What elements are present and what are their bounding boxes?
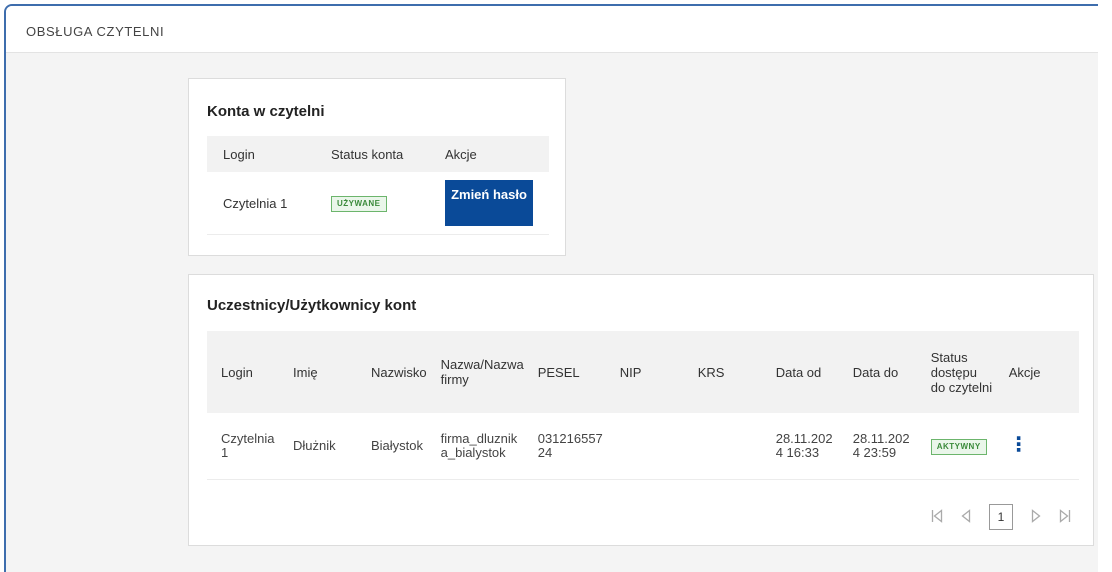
pagination: 1 xyxy=(931,503,1071,531)
col-date-to: Data do xyxy=(838,331,917,413)
user-first-name: Dłużnik xyxy=(279,413,357,480)
account-actions-cell: Zmień hasło xyxy=(429,172,549,235)
users-card: Uczestnicy/Użytkownicy kont Login Imię N… xyxy=(188,274,1094,546)
col-login: Login xyxy=(207,136,315,172)
first-page-icon[interactable] xyxy=(931,508,943,526)
user-date-from: 28.11.2024 16:33 xyxy=(761,413,839,480)
col-krs: KRS xyxy=(683,331,762,413)
users-header-row: Login Imię Nazwisko Nazwa/Nazwa firmy PE… xyxy=(207,331,1079,413)
app-frame: OBSŁUGA CZYTELNI Konta w czytelni Login … xyxy=(4,4,1098,572)
change-password-button[interactable]: Zmień hasło xyxy=(445,180,533,226)
col-date-from: Data od xyxy=(761,331,839,413)
user-actions-cell: ⋮ xyxy=(994,413,1079,480)
accounts-table: Login Status konta Akcje Czytelnia 1 UŻY… xyxy=(207,136,549,235)
user-nip xyxy=(605,413,684,480)
user-date-to: 28.11.2024 23:59 xyxy=(838,413,917,480)
user-status-cell: AKTYWNY xyxy=(916,413,995,480)
users-table: Login Imię Nazwisko Nazwa/Nazwa firmy PE… xyxy=(207,331,1079,480)
user-krs xyxy=(683,413,762,480)
next-page-icon[interactable] xyxy=(1031,508,1041,526)
col-access-status: Status dostępu do czytelni xyxy=(916,331,995,413)
col-pesel: PESEL xyxy=(523,331,606,413)
user-last-name: Białystok xyxy=(357,413,427,480)
col-actions: Akcje xyxy=(994,331,1079,413)
table-row: Czytelnia 1 UŻYWANE Zmień hasło xyxy=(207,172,549,235)
col-login: Login xyxy=(207,331,279,413)
user-company: firma_dluznika_bialystok xyxy=(426,413,524,480)
status-badge: UŻYWANE xyxy=(331,196,387,212)
col-company: Nazwa/Nazwa firmy xyxy=(426,331,524,413)
col-actions: Akcje xyxy=(429,136,549,172)
page-number-input[interactable]: 1 xyxy=(989,504,1013,530)
account-login: Czytelnia 1 xyxy=(207,172,315,235)
col-status: Status konta xyxy=(315,136,429,172)
page-title: OBSŁUGA CZYTELNI xyxy=(26,24,165,39)
last-page-icon[interactable] xyxy=(1059,508,1071,526)
col-nip: NIP xyxy=(605,331,684,413)
col-last-name: Nazwisko xyxy=(357,331,427,413)
user-pesel: 03121655724 xyxy=(523,413,606,480)
user-login: Czytelnia 1 xyxy=(207,413,279,480)
status-badge: AKTYWNY xyxy=(930,438,987,455)
users-title: Uczestnicy/Użytkownicy kont xyxy=(207,297,417,314)
header-bar: OBSŁUGA CZYTELNI xyxy=(6,6,1098,53)
accounts-card: Konta w czytelni Login Status konta Akcj… xyxy=(188,78,566,256)
table-row: Czytelnia 1 Dłużnik Białystok firma_dluz… xyxy=(207,413,1079,480)
prev-page-icon[interactable] xyxy=(961,508,971,526)
accounts-title: Konta w czytelni xyxy=(207,103,325,120)
account-status-cell: UŻYWANE xyxy=(315,172,429,235)
accounts-header-row: Login Status konta Akcje xyxy=(207,136,549,172)
more-vertical-icon[interactable]: ⋮ xyxy=(1009,434,1029,456)
col-first-name: Imię xyxy=(279,331,357,413)
